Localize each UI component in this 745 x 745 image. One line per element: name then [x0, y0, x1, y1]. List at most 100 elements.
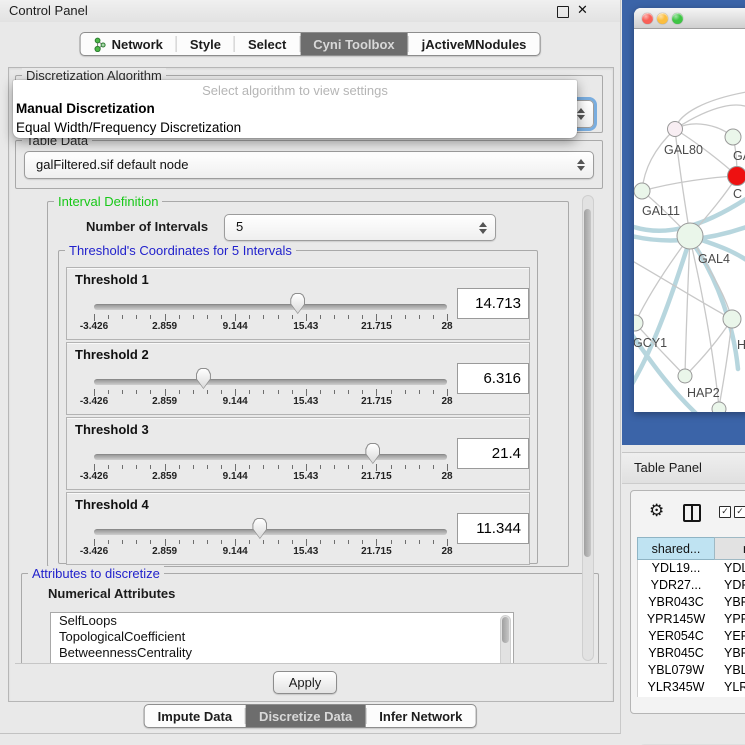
number-of-intervals-combobox[interactable]: 5 [224, 214, 496, 241]
network-edge[interactable] [642, 176, 737, 191]
threshold-slider-track[interactable] [94, 454, 447, 460]
network-node-gal4[interactable] [677, 223, 703, 249]
cell-name: YIL0 [714, 696, 745, 697]
dropdown-option-manual-discretization[interactable]: Manual Discretization [13, 99, 577, 118]
tab-cyni-toolbox[interactable]: Cyni Toolbox [300, 33, 407, 55]
cell-shared-name: YER054C [638, 628, 714, 645]
threshold-slider-track[interactable] [94, 529, 447, 535]
tick-label: 28 [441, 471, 452, 482]
network-edge[interactable] [642, 129, 675, 191]
network-icon [94, 37, 107, 52]
tab-discretize-data[interactable]: Discretize Data [246, 705, 365, 727]
tab-style[interactable]: Style [177, 33, 234, 55]
column-header-na[interactable]: na [714, 537, 745, 560]
checkbox-icon[interactable]: ✓ [719, 506, 731, 518]
float-window-icon[interactable] [557, 6, 569, 18]
table-row[interactable]: YLR345WYLR3 [638, 679, 745, 696]
attribute-item-selfloops[interactable]: SelfLoops [51, 613, 513, 629]
network-node-gcy1[interactable] [634, 315, 643, 331]
tick-mark [391, 390, 392, 394]
table-row[interactable]: YBR043CYBR0 [638, 594, 745, 611]
threshold-panel: Threshold 4 -3.4262.8599.14415.4321.7152… [66, 492, 530, 565]
tab-label: Network [112, 37, 163, 52]
tick-mark [249, 465, 250, 469]
vertical-scrollbar[interactable] [582, 195, 594, 661]
network-node-h[interactable] [723, 310, 741, 328]
close-button[interactable] [642, 13, 653, 24]
network-node-hap2[interactable] [678, 369, 692, 383]
network-node-c[interactable] [728, 167, 745, 186]
tick-mark [306, 389, 307, 396]
network-edge-thick[interactable] [634, 239, 690, 389]
cell-shared-name: YBR043C [638, 594, 714, 611]
checkbox-icon[interactable]: ✓ [734, 506, 745, 518]
tick-mark [94, 539, 95, 546]
table-row[interactable]: YDR27...YDR2 [638, 577, 745, 594]
tick-mark [263, 315, 264, 319]
tick-mark [179, 315, 180, 319]
threshold-slider-track[interactable] [94, 304, 447, 310]
threshold-slider-thumb[interactable] [196, 368, 211, 389]
network-window-titlebar[interactable] [634, 8, 745, 29]
attribute-item-topologicalcoefficient[interactable]: TopologicalCoefficient [51, 629, 513, 645]
split-column-icon[interactable] [683, 504, 701, 522]
threshold-value-field[interactable]: 6.316 [457, 363, 529, 394]
threshold-slider-thumb[interactable] [252, 518, 267, 539]
table-row[interactable]: YBL079WYBL0 [638, 662, 745, 679]
thresholds-group-label: Threshold's Coordinates for 5 Intervals [65, 243, 296, 258]
table-row[interactable]: YDL19...YDL1 [638, 560, 745, 577]
number-of-intervals-value: 5 [236, 219, 243, 234]
tick-mark [249, 390, 250, 394]
tick-label: -3.426 [80, 396, 108, 407]
tick-mark [94, 464, 95, 471]
table-row[interactable]: YBR045CYBR0 [638, 645, 745, 662]
control-panel-window: Control Panel ✕ NetworkStyleSelectCyni T… [0, 0, 621, 734]
table-row[interactable]: YER054CYER0 [638, 628, 745, 645]
tab-jactivemnodules[interactable]: jActiveMNodules [409, 33, 540, 55]
table-row[interactable]: YIL052CYIL0 [638, 696, 745, 697]
list-vertical-scrollbar[interactable] [500, 615, 511, 664]
tick-mark [419, 390, 420, 394]
tick-mark [150, 390, 151, 394]
gear-icon[interactable]: ⚙ [649, 501, 664, 521]
network-node-gal11[interactable] [634, 183, 650, 199]
table-data-selected-value: galFiltered.sif default node [36, 157, 188, 172]
threshold-slider-thumb[interactable] [290, 293, 305, 314]
tab-impute-data[interactable]: Impute Data [145, 705, 245, 727]
tick-mark [405, 465, 406, 469]
tab-infer-network[interactable]: Infer Network [366, 705, 475, 727]
dropdown-option-equal-width-frequency-discretization[interactable]: Equal Width/Frequency Discretization [13, 118, 577, 137]
table-panel: ⚙ ✓ ✓ shared...na YDL19...YDL1YDR27...YD… [630, 490, 745, 714]
tab-network[interactable]: Network [81, 33, 176, 55]
tick-mark [348, 390, 349, 394]
minimize-button[interactable] [657, 13, 668, 24]
column-header-shared-[interactable]: shared... [637, 537, 714, 560]
table-row[interactable]: YPR145WYPR1 [638, 611, 745, 628]
tick-mark [334, 540, 335, 544]
threshold-value-field[interactable]: 21.4 [457, 438, 529, 469]
tab-select[interactable]: Select [235, 33, 299, 55]
network-edge[interactable] [719, 319, 732, 407]
threshold-value-field[interactable]: 11.344 [457, 513, 529, 544]
apply-button[interactable]: Apply [273, 671, 337, 694]
network-node-ga[interactable] [725, 129, 741, 145]
slider-tick-labels: -3.4262.8599.14415.4321.71528 [94, 396, 447, 409]
network-canvas[interactable]: GAL80GACGAL11GAL4GCY1HHAP2 [634, 29, 745, 412]
tick-label: 21.715 [361, 396, 392, 407]
tick-label: 28 [441, 396, 452, 407]
tick-mark [376, 464, 377, 471]
network-node-gal80[interactable] [668, 122, 683, 137]
vertical-scrollbar-thumb[interactable] [584, 209, 591, 557]
attribute-item-betweennesscentrality[interactable]: BetweennessCentrality [51, 645, 513, 661]
network-node[interactable] [712, 402, 726, 412]
tick-label: -3.426 [80, 471, 108, 482]
zoom-button[interactable] [672, 13, 683, 24]
table-data-combobox[interactable]: galFiltered.sif default node [24, 151, 594, 179]
threshold-slider-track[interactable] [94, 379, 447, 385]
numerical-attributes-label: Numerical Attributes [48, 586, 175, 601]
threshold-value-field[interactable]: 14.713 [457, 288, 529, 319]
numerical-attributes-list[interactable]: SelfLoopsTopologicalCoefficientBetweenne… [50, 612, 514, 664]
threshold-slider-thumb[interactable] [365, 443, 380, 464]
network-edge[interactable] [635, 236, 690, 323]
close-icon[interactable]: ✕ [577, 2, 588, 18]
